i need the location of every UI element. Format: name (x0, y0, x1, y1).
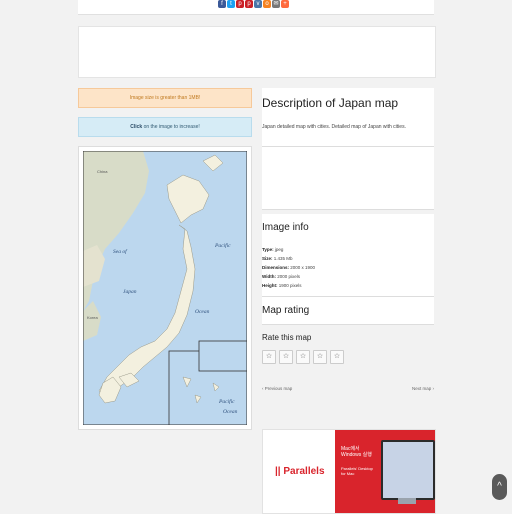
image-info-title: Image info (262, 222, 309, 233)
parallels-ad[interactable]: || Parallels Mac에서 Windows 실행 Parallels' … (262, 429, 436, 514)
parallels-logo: || Parallels (275, 466, 325, 477)
size-warning-alert: Image size is greater than 1MB! (78, 88, 252, 108)
twitter-icon[interactable]: t (227, 0, 235, 8)
description-card: Description of Japan map Japan detailed … (262, 88, 434, 147)
map-label-ocean-1: Ocean (195, 309, 210, 315)
description-text: Japan detailed map with cities. Detailed… (262, 124, 406, 130)
map-label-pacific-2: Pacific (218, 398, 235, 405)
description-title: Description of Japan map (262, 96, 399, 110)
odnoklassniki-icon[interactable]: o (263, 0, 271, 8)
star-rating: ☆ ☆ ☆ ☆ ☆ (262, 350, 434, 364)
star-2-button[interactable]: ☆ (279, 350, 293, 364)
info-width: Width: 2000 pixels (262, 274, 300, 279)
map-label-sea-of: Sea of (113, 248, 128, 255)
map-navigation: ‹ Previous map Next map › (262, 386, 434, 391)
facebook-icon[interactable]: f (218, 0, 226, 8)
image-info-card: Image info Type: jpeg Size: 1.435 Mb Dim… (262, 214, 434, 297)
more-icon[interactable]: + (281, 0, 289, 8)
info-type: Type: jpeg (262, 247, 284, 252)
click-hint-alert: Click on the image to increase! (78, 117, 252, 137)
ad-product: Parallels' Desktop for Mac (341, 466, 373, 476)
map-label-japan: Japan (123, 289, 137, 295)
ad-banner (78, 26, 436, 78)
rate-this-map-label: Rate this map (262, 333, 312, 342)
description-extra (262, 147, 434, 210)
map-image[interactable]: Sea of Japan Pacific Ocean Pacific Ocean… (78, 146, 252, 430)
click-word: Click (130, 124, 143, 130)
map-rating-title: Map rating (262, 305, 310, 316)
left-column: Image size is greater than 1MB! Click on… (78, 88, 252, 430)
scroll-to-top-button[interactable]: ^ (492, 474, 507, 500)
map-label-pacific-1: Pacific (214, 242, 231, 249)
japan-map[interactable]: Sea of Japan Pacific Ocean Pacific Ocean… (83, 151, 247, 425)
info-size: Size: 1.435 Mb (262, 256, 293, 261)
info-dimensions: Dimensions: 2000 x 1900 (262, 265, 316, 270)
click-hint-text: on the image to increase! (142, 124, 200, 130)
previous-map-link[interactable]: ‹ Previous map (262, 386, 292, 391)
star-5-button[interactable]: ☆ (330, 350, 344, 364)
vk-icon[interactable]: v (254, 0, 262, 8)
right-column: Description of Japan map Japan detailed … (262, 88, 434, 391)
next-map-link[interactable]: Next map › (412, 386, 434, 391)
pinterest-icon[interactable]: p (236, 0, 244, 8)
pinterest-icon[interactable]: p (245, 0, 253, 8)
email-icon[interactable]: ✉ (272, 0, 280, 8)
share-bar: f t p p v o ✉ + (218, 0, 289, 8)
star-3-button[interactable]: ☆ (296, 350, 310, 364)
map-label-ocean-2: Ocean (223, 409, 238, 415)
monitor-stand (398, 498, 416, 504)
monitor-image (381, 440, 435, 500)
map-rating-card: Map rating (262, 297, 434, 325)
rate-section: Rate this map ☆ ☆ ☆ ☆ ☆ (262, 325, 434, 364)
map-label-korea: Korea (87, 315, 98, 320)
info-height: Height: 1900 pixels (262, 283, 302, 288)
star-1-button[interactable]: ☆ (262, 350, 276, 364)
star-4-button[interactable]: ☆ (313, 350, 327, 364)
map-label-china: China (97, 169, 108, 174)
ad-headline: Mac에서 Windows 실행 (341, 446, 372, 458)
